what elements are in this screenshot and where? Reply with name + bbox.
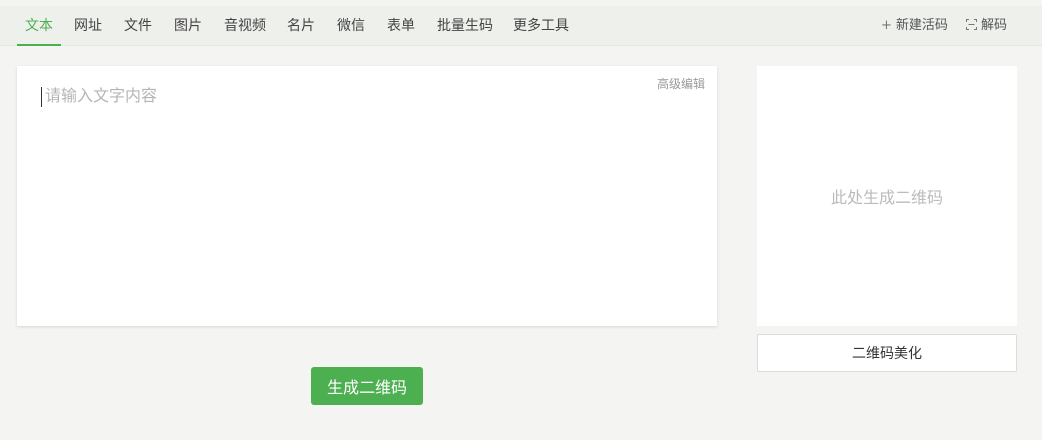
decode-button[interactable]: 解码 [966,6,1007,46]
top-navigation-bar: 文本 网址 文件 图片 音视频 名片 微信 表单 批量生码 更多工具 + 新建活码… [0,6,1042,46]
tab-file[interactable]: 文件 [124,6,152,46]
tab-more-tools[interactable]: 更多工具 [513,6,569,46]
tab-business-card[interactable]: 名片 [287,6,315,46]
tab-audio-video[interactable]: 音视频 [224,6,266,46]
text-editor-panel: 高级编辑 [17,66,717,326]
qr-preview-placeholder: 此处生成二维码 [830,188,943,207]
new-live-code-button[interactable]: + 新建活码 [881,6,948,46]
tab-batch-generate[interactable]: 批量生码 [437,6,493,46]
plus-icon: + [881,18,892,33]
qr-beautify-button[interactable]: 二维码美化 [757,334,1017,372]
tab-image[interactable]: 图片 [174,6,202,46]
tab-wechat[interactable]: 微信 [337,6,365,46]
qr-preview-area: 此处生成二维码 [757,66,1017,326]
text-content-input[interactable] [45,84,685,314]
scan-icon [966,6,977,46]
text-cursor [41,87,42,107]
generate-qr-button[interactable]: 生成二维码 [311,367,423,405]
tab-url[interactable]: 网址 [74,6,102,46]
advanced-edit-link[interactable]: 高级编辑 [657,75,705,92]
decode-label: 解码 [981,18,1008,33]
new-live-code-label: 新建活码 [895,18,948,33]
tab-text[interactable]: 文本 [17,6,61,46]
tab-form[interactable]: 表单 [387,6,415,46]
